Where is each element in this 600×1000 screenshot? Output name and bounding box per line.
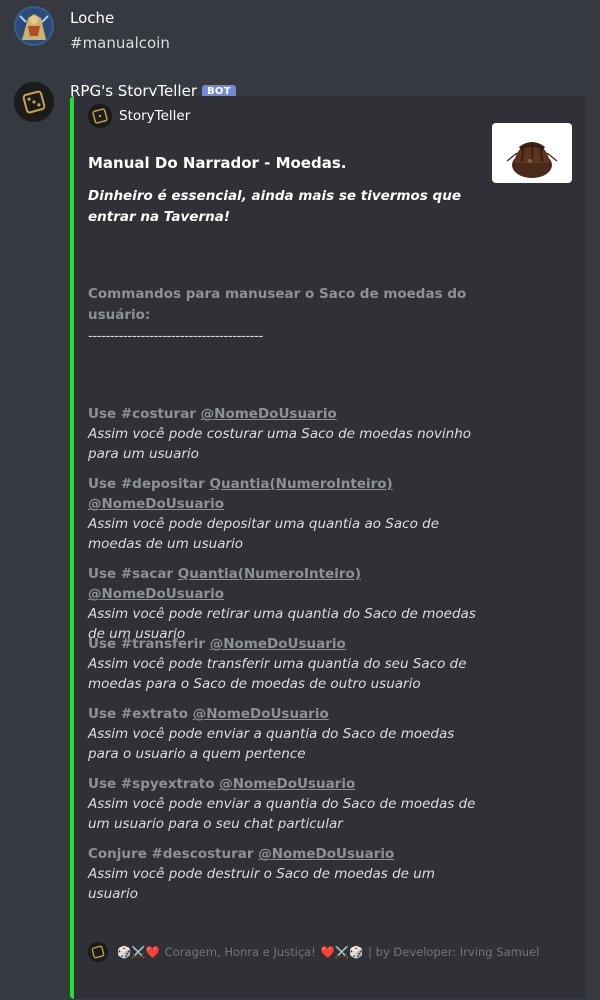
author-name[interactable]: StoryTeller bbox=[119, 108, 190, 124]
command-extrato: Use #extrato @NomeDoUsuario Assim você p… bbox=[88, 704, 478, 764]
command-description: Assim você pode costurar uma Saco de moe… bbox=[88, 426, 472, 462]
command-name: Use #costurar bbox=[88, 406, 201, 422]
command-args-link[interactable]: @NomeDoUsuario bbox=[201, 406, 337, 422]
bot-avatar[interactable] bbox=[14, 82, 54, 122]
command-name: Use #depositar bbox=[88, 476, 210, 492]
section-heading-text: Commandos para manusear o Saco de moedas… bbox=[88, 286, 467, 323]
footer-emojis-right: ❤️⚔️🎲 bbox=[320, 945, 364, 959]
username[interactable]: Loche bbox=[70, 9, 114, 27]
message-loche: Loche #manualcoin bbox=[0, 0, 600, 70]
command-args-link[interactable]: @NomeDoUsuario bbox=[219, 776, 355, 792]
command-name: Use #transferir bbox=[88, 636, 210, 652]
user-avatar[interactable] bbox=[14, 6, 54, 46]
command-transferir: Use #transferir @NomeDoUsuario Assim voc… bbox=[88, 634, 478, 694]
command-description: Assim você pode depositar uma quantia ao… bbox=[88, 516, 439, 552]
section-divider: ---------------------------------------- bbox=[88, 328, 263, 344]
command-description: Assim você pode destruir o Saco de moeda… bbox=[88, 866, 435, 902]
command-name: Use #sacar bbox=[88, 566, 178, 582]
command-name: Use #extrato bbox=[88, 706, 193, 722]
section-heading: Commandos para manusear o Saco de moedas… bbox=[88, 284, 478, 346]
command-description: Assim você pode transferir uma quantia d… bbox=[88, 656, 467, 692]
command-spyextrato: Use #spyextrato @NomeDoUsuario Assim voc… bbox=[88, 774, 478, 834]
command-args-link[interactable]: @NomeDoUsuario bbox=[258, 846, 394, 862]
coin-bag-thumbnail[interactable] bbox=[492, 123, 572, 183]
command-args-link[interactable]: @NomeDoUsuario bbox=[210, 636, 346, 652]
message-text: #manualcoin bbox=[70, 34, 170, 52]
command-name: Conjure #descosturar bbox=[88, 846, 259, 862]
command-costurar: Use #costurar @NomeDoUsuario Assim você … bbox=[88, 404, 478, 464]
footer-icon bbox=[88, 942, 108, 962]
footer-motto: Coragem, Honra e Justiça! bbox=[160, 945, 320, 959]
command-name: Use #spyextrato bbox=[88, 776, 220, 792]
embed-title[interactable]: Manual Do Narrador - Moedas. bbox=[88, 154, 346, 172]
author-icon bbox=[88, 104, 112, 128]
command-depositar: Use #depositar Quantia(NumeroInteiro) @N… bbox=[88, 474, 478, 554]
embed-card: StoryTeller Manual Do Narrador - Moedas.… bbox=[70, 96, 586, 999]
footer-text: 🎲⚔️❤️ Coragem, Honra e Justiça! ❤️⚔️🎲 | … bbox=[116, 945, 539, 959]
embed-footer: 🎲⚔️❤️ Coragem, Honra e Justiça! ❤️⚔️🎲 | … bbox=[88, 942, 539, 962]
footer-emojis-left: 🎲⚔️❤️ bbox=[117, 945, 160, 959]
embed-description: Dinheiro é essencial, ainda mais se tive… bbox=[88, 188, 461, 225]
embed-author: StoryTeller bbox=[88, 104, 190, 128]
footer-credit: | by Developer: Irving Samuel bbox=[364, 945, 540, 959]
command-sacar: Use #sacar Quantia(NumeroInteiro) @NomeD… bbox=[88, 564, 478, 644]
command-description: Assim você pode enviar a quantia do Saco… bbox=[88, 796, 476, 832]
command-description: Assim você pode enviar a quantia do Saco… bbox=[88, 726, 455, 762]
command-args-link[interactable]: @NomeDoUsuario bbox=[193, 706, 329, 722]
command-descosturar: Conjure #descosturar @NomeDoUsuario Assi… bbox=[88, 844, 478, 904]
